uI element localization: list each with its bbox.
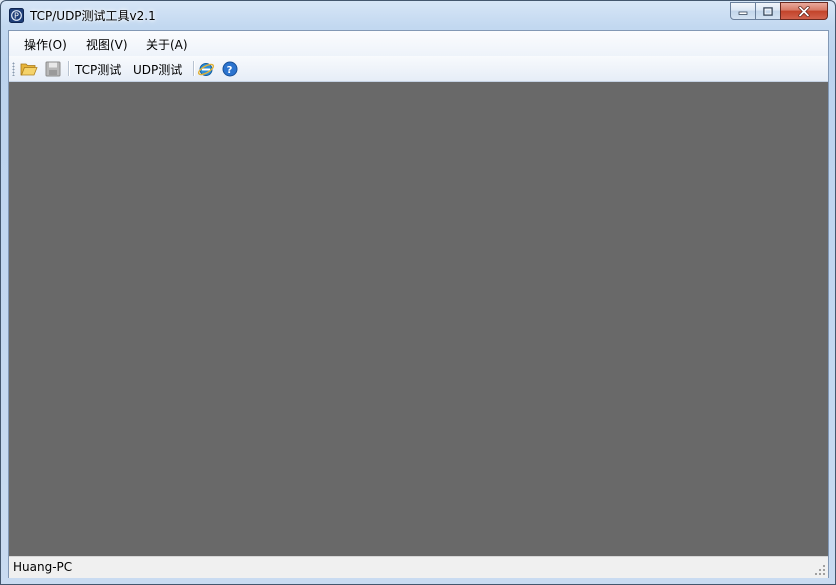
- save-icon[interactable]: [44, 60, 62, 78]
- folder-open-icon[interactable]: [20, 60, 38, 78]
- help-icon[interactable]: ?: [221, 60, 239, 78]
- toolbar-grip[interactable]: [12, 62, 15, 76]
- menu-view[interactable]: 视图(V): [86, 36, 128, 53]
- close-button[interactable]: [780, 2, 828, 20]
- internet-explorer-icon[interactable]: [197, 60, 215, 78]
- toolbar-separator: [68, 61, 70, 76]
- app-icon: P: [9, 8, 24, 23]
- minimize-button[interactable]: [730, 2, 756, 20]
- toolbar: TCP测试 UDP测试 ?: [9, 56, 828, 82]
- resize-grip-icon[interactable]: [814, 564, 826, 576]
- title-bar[interactable]: P TCP/UDP测试工具v2.1: [1, 1, 835, 29]
- window-title: TCP/UDP测试工具v2.1: [30, 9, 156, 23]
- close-icon: [798, 5, 810, 17]
- maximize-icon: [763, 6, 773, 16]
- app-window: P TCP/UDP测试工具v2.1 操作(O) 视图(V) 关于(A) TCP测…: [0, 0, 836, 585]
- status-hostname: Huang-PC: [13, 560, 73, 574]
- udp-test-button[interactable]: UDP测试: [133, 61, 182, 78]
- menu-operate[interactable]: 操作(O): [24, 36, 67, 53]
- svg-text:?: ?: [227, 65, 233, 76]
- tcp-test-button[interactable]: TCP测试: [75, 61, 121, 78]
- menu-bar: 操作(O) 视图(V) 关于(A): [9, 31, 828, 56]
- minimize-icon: [738, 11, 748, 15]
- maximize-button[interactable]: [755, 2, 781, 20]
- menu-about[interactable]: 关于(A): [146, 36, 188, 53]
- toolbar-separator: [193, 61, 195, 76]
- status-bar: Huang-PC: [9, 556, 828, 578]
- mdi-workspace[interactable]: [9, 82, 828, 556]
- client-area: 操作(O) 视图(V) 关于(A) TCP测试 UDP测试 ? Huang-PC: [8, 30, 829, 578]
- svg-text:P: P: [14, 12, 19, 21]
